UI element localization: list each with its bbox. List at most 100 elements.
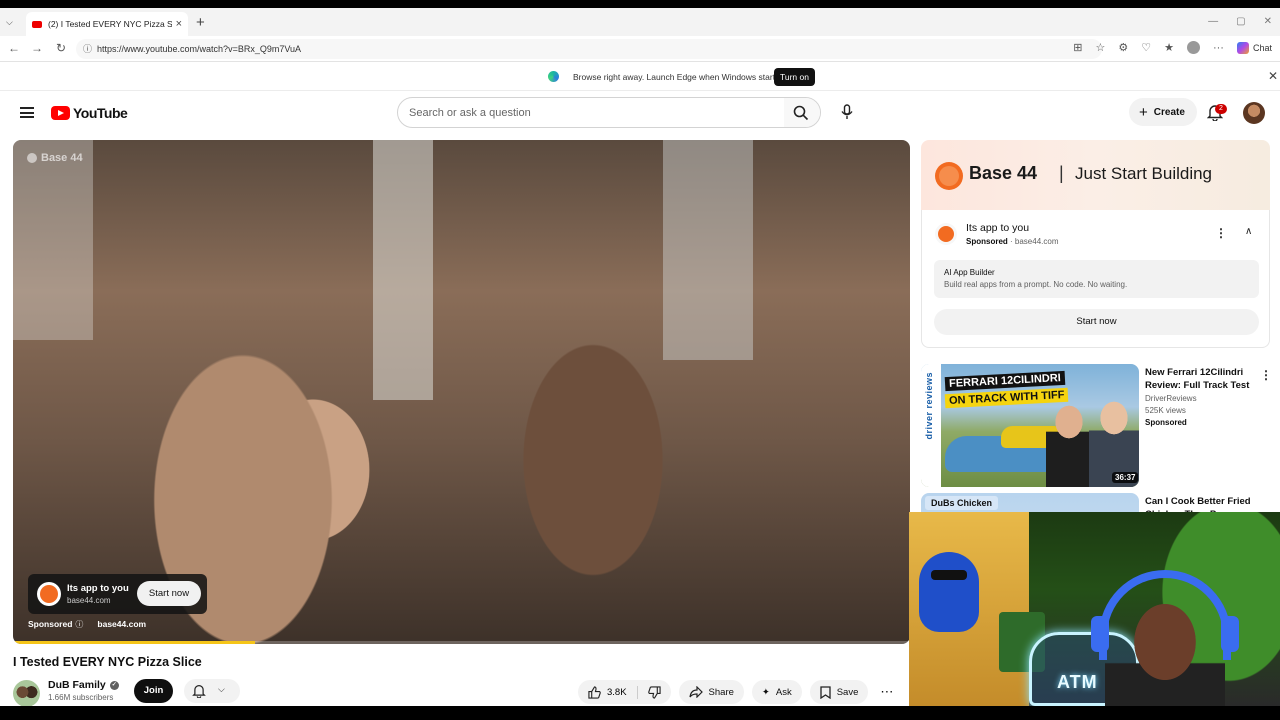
ad-headline[interactable]: Its app to you xyxy=(966,222,1029,234)
edge-infobar: Browse right away. Launch Edge when Wind… xyxy=(0,63,1280,91)
url-text: https://www.youtube.com/watch?v=BRx_Q9m7… xyxy=(97,44,302,54)
thumbs-down-icon xyxy=(647,685,661,699)
site-info-icon[interactable]: ⓘ xyxy=(83,39,92,59)
browser-tab-active[interactable]: (2) I Tested EVERY NYC Pizza Slice × xyxy=(26,12,188,36)
turn-on-button[interactable]: Turn on xyxy=(774,68,815,86)
chevron-down-icon: ⌵ xyxy=(218,684,225,694)
like-dislike-group: 3.8K xyxy=(578,680,671,704)
video-thumbnail[interactable]: driver reviews FERRARI 12CILINDRI ON TRA… xyxy=(921,364,1139,487)
toolbar-icons: ⊞ ☆ ⚙ ♡ ★ ··· Chat xyxy=(1073,41,1272,54)
ad-overlay-title: Its app to you xyxy=(67,583,129,594)
share-button[interactable]: Share xyxy=(678,680,744,704)
tab-close-icon[interactable]: × xyxy=(176,18,182,30)
ad-overlay-domain: base44.com xyxy=(67,596,111,605)
like-button[interactable]: 3.8K xyxy=(578,685,638,699)
notification-badge: 2 xyxy=(1215,104,1227,114)
channel-name-link[interactable]: DuB Family ✓ xyxy=(48,679,119,691)
webcam-penguin-figure xyxy=(919,552,979,632)
maximize-icon[interactable]: ▢ xyxy=(1236,16,1245,27)
ad-watermark: Base 44 xyxy=(27,152,83,164)
profile-icon[interactable] xyxy=(1186,41,1200,54)
new-tab-button[interactable]: + xyxy=(196,14,205,31)
minimize-icon[interactable]: — xyxy=(1208,16,1218,27)
watermark-text: Base 44 xyxy=(41,152,83,164)
dislike-button[interactable] xyxy=(638,685,671,699)
favorites-icon[interactable]: ★ xyxy=(1164,41,1174,54)
video-frame-window xyxy=(663,140,753,360)
ad-menu-icon[interactable]: ⋮ xyxy=(1215,226,1227,240)
screen: ⌵ (2) I Tested EVERY NYC Pizza Slice × +… xyxy=(0,0,1280,720)
ad-description-box: AI App Builder Build real apps from a pr… xyxy=(934,260,1259,298)
account-avatar[interactable] xyxy=(1243,102,1265,124)
recommendation-title[interactable]: New Ferrari 12Cilindri Review: Full Trac… xyxy=(1145,366,1255,392)
thumb-person xyxy=(1046,394,1092,487)
ad-overlay-card[interactable]: Its app to you base44.com Start now xyxy=(28,574,207,614)
subscriber-count: 1.66M subscribers xyxy=(48,693,114,702)
ad-progress-fill xyxy=(13,641,256,644)
close-window-icon[interactable]: ✕ xyxy=(1264,16,1272,27)
settings-more-icon[interactable]: ··· xyxy=(1213,42,1224,54)
infobar-message: Browse right away. Launch Edge when Wind… xyxy=(573,72,782,82)
sidebar-ad-banner[interactable]: Base 44 | Just Start Building xyxy=(921,140,1270,210)
subscription-bell-button[interactable]: ⌵ xyxy=(184,679,240,703)
video-player[interactable]: Base 44 Its app to you base44.com Start … xyxy=(13,140,910,644)
save-button[interactable]: Save xyxy=(809,680,869,704)
more-actions-icon[interactable]: ⋯ xyxy=(876,684,897,700)
voice-search-button[interactable] xyxy=(834,99,860,125)
tab-actions-icon[interactable]: ⌵ xyxy=(6,17,13,28)
refresh-icon[interactable]: ↻ xyxy=(56,41,66,55)
ad-start-now-button[interactable]: Start now xyxy=(137,581,201,606)
ad-progress-bar[interactable] xyxy=(13,641,910,644)
menu-icon[interactable] xyxy=(20,107,34,118)
forward-icon[interactable]: → xyxy=(31,41,43,55)
browser-essentials-icon[interactable]: ♡ xyxy=(1141,41,1151,54)
copilot-chat-button[interactable]: Chat xyxy=(1236,41,1272,54)
favorite-star-icon[interactable]: ☆ xyxy=(1095,41,1105,54)
ad-start-now-button[interactable]: Start now xyxy=(934,309,1259,335)
base44-logo-icon xyxy=(27,153,37,163)
chat-label: Chat xyxy=(1252,42,1272,53)
create-button[interactable]: + Create xyxy=(1129,98,1197,126)
search-box[interactable]: Search or ask a question xyxy=(397,97,821,128)
share-label: Share xyxy=(708,686,734,698)
sparkle-icon: ✦ xyxy=(761,686,770,698)
banner-tagline: Just Start Building xyxy=(1075,164,1213,183)
channel-avatar[interactable] xyxy=(13,680,40,707)
recommendation-menu-icon[interactable]: ⋮ xyxy=(1260,368,1272,382)
split-screen-icon[interactable]: ⊞ xyxy=(1073,41,1082,54)
recommendation-item[interactable]: driver reviews FERRARI 12CILINDRI ON TRA… xyxy=(921,364,1280,487)
webcam-headset-cup xyxy=(1221,616,1239,652)
sponsored-domain-link[interactable]: base44.com xyxy=(97,619,146,630)
window-controls: — ▢ ✕ xyxy=(1208,16,1272,27)
video-duration: 36:37 xyxy=(1112,472,1139,483)
ask-button[interactable]: ✦ Ask xyxy=(751,680,802,704)
browser-toolbar: ← → ↻ ⓘ https://www.youtube.com/watch?v=… xyxy=(0,36,1280,62)
bookmark-icon xyxy=(820,685,831,699)
collapse-chevron-icon[interactable]: ∧ xyxy=(1245,226,1252,237)
verified-check-icon: ✓ xyxy=(109,680,119,690)
ad-info-icon[interactable]: ⓘ xyxy=(75,620,83,629)
tab-title: (2) I Tested EVERY NYC Pizza Slice xyxy=(48,19,172,29)
letterbox-bottom xyxy=(0,706,1280,720)
letterbox-top xyxy=(0,0,1280,8)
search-button[interactable] xyxy=(784,98,820,127)
save-label: Save xyxy=(836,686,859,698)
webcam-headset xyxy=(1099,570,1231,660)
plus-icon: + xyxy=(1139,103,1148,121)
recommendation-views: 525K views xyxy=(1145,406,1186,415)
copilot-icon xyxy=(1236,41,1249,54)
webcam-overlay: ATM xyxy=(909,512,1280,706)
infobar-close-icon[interactable]: ✕ xyxy=(1268,69,1278,83)
ad-domain: · base44.com xyxy=(1010,237,1059,246)
join-button[interactable]: Join xyxy=(134,679,173,703)
extensions-icon[interactable]: ⚙ xyxy=(1118,41,1128,54)
video-actions: 3.8K Share ✦ Ask Save ⋯ xyxy=(578,680,897,704)
recommendation-channel[interactable]: DriverReviews xyxy=(1145,394,1197,403)
address-bar[interactable]: ⓘ https://www.youtube.com/watch?v=BRx_Q9… xyxy=(76,39,1102,59)
sponsored-label: Sponsored xyxy=(28,619,73,629)
youtube-logo[interactable]: YouTube xyxy=(51,105,128,121)
thumb-brand-band: driver reviews xyxy=(921,364,941,487)
back-icon[interactable]: ← xyxy=(8,41,20,55)
ad-box-title: AI App Builder xyxy=(944,268,995,277)
search-input[interactable]: Search or ask a question xyxy=(409,107,531,119)
